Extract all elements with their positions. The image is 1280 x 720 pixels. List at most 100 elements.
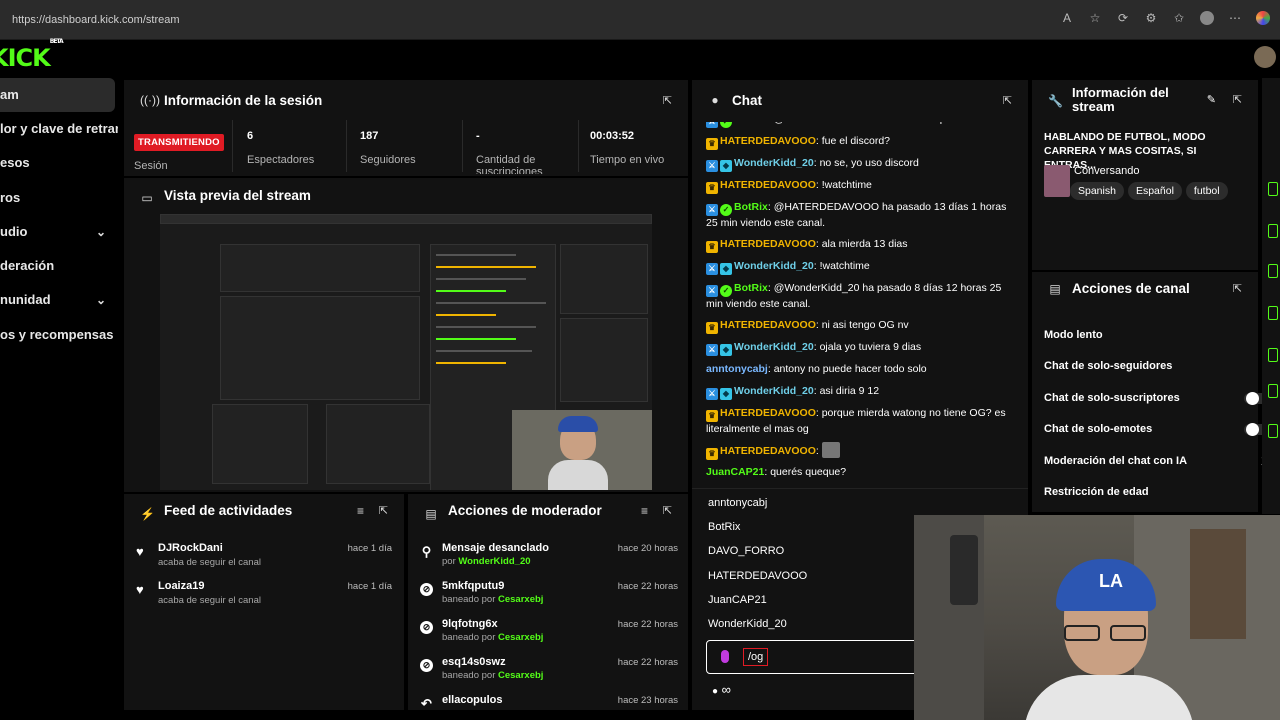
address-bar[interactable]: https://dashboard.kick.com/stream <box>12 14 180 26</box>
crown-badge-icon: ♛ <box>706 322 718 334</box>
read-aloud-icon[interactable]: A <box>1060 11 1074 25</box>
mention-option[interactable]: JuanCAP21 <box>708 594 767 606</box>
panel-title: Información de la sesión <box>164 93 323 108</box>
feed-item: ♥ Loaiza19 acaba de seguir el canal hace… <box>136 580 392 606</box>
action-ai-moderation[interactable]: Moderación del chat con IA⇲ <box>1032 455 1278 475</box>
mod-badge-icon: ⚔ <box>706 263 718 275</box>
undo-icon: ↶ <box>421 696 432 710</box>
mention-option[interactable]: HATERDEDAVOOO <box>708 570 807 582</box>
chat-message: anntonycabj: antony no puede hacer todo … <box>706 363 927 375</box>
action-emotes-only[interactable]: Chat de solo-emotes <box>1032 423 1278 443</box>
chat-message: ⚔ ◆ WonderKidd_20: !watchtime <box>706 259 1018 275</box>
sidebar-item-audio[interactable]: udio ⌄ <box>0 215 118 249</box>
popout-icon[interactable]: ⇱ <box>663 504 672 517</box>
action-slow-mode[interactable]: Modo lento› <box>1032 327 1278 349</box>
activity-feed-panel: ⚡ Feed de actividades ≡ ⇱ ♥ DJRockDani a… <box>124 494 404 710</box>
chat-input[interactable]: /og <box>706 640 918 674</box>
star-icon[interactable]: ☆ <box>1088 11 1102 25</box>
sidebar-item-moderation[interactable]: deración <box>0 249 118 283</box>
panel-toggle-icon[interactable] <box>1268 384 1278 398</box>
stat-subscriptions: - Cantidad de suscripciones <box>476 130 543 174</box>
right-edge-panel <box>1262 78 1280 514</box>
mod-action-row: ⊘ 9lqfotng6x baneado por Cesarxebj hace … <box>408 618 688 656</box>
emote-image[interactable] <box>821 442 840 458</box>
chat-message: ⚔ ✓ BotRix: @WonderKidd_20 ha pasado 8 día… <box>706 282 1002 310</box>
panel-toggle-icon[interactable] <box>1268 264 1278 278</box>
sidebar: am lor y clave de retransn esos ros udio… <box>0 78 118 352</box>
extensions-icon[interactable]: ⚙ <box>1144 11 1158 25</box>
panel-toggle-icon[interactable] <box>1268 224 1278 238</box>
sidebar-item-community[interactable]: nunidad ⌄ <box>0 283 118 317</box>
popout-icon[interactable]: ⇱ <box>379 504 388 517</box>
emote-picker-icon[interactable]: ● ∞ <box>712 682 731 697</box>
mod-badge-icon: ⚔ <box>706 285 718 297</box>
pin-icon: ⚲ <box>421 544 432 559</box>
sidebar-item-stream[interactable]: am <box>0 78 115 112</box>
browser-toolbar: https://dashboard.kick.com/stream A ☆ ⟳ … <box>0 0 1280 40</box>
chat-message: ⚔ ✓ BotRix: @HATERDEDAVOOO ha pasado 13 dí… <box>706 201 1007 229</box>
stat-live-time: 00:03:52 Tiempo en vivo <box>590 130 665 166</box>
heart-icon: ♥ <box>136 582 144 597</box>
category-name: Conversando <box>1074 165 1140 177</box>
popout-icon[interactable]: ⇱ <box>1003 94 1012 107</box>
mention-option[interactable]: WonderKidd_20 <box>708 618 787 630</box>
bolt-icon: ⚡ <box>140 507 155 521</box>
heart-icon: ♥ <box>136 544 144 559</box>
action-age-restriction[interactable]: Restricción de edad› <box>1032 484 1278 506</box>
chat-message: ♛ HATERDEDAVOOO: fue el discord? <box>706 134 1018 150</box>
panel-toggle-icon[interactable] <box>1268 424 1278 438</box>
list-icon: ▤ <box>1049 282 1061 296</box>
tag[interactable]: Spanish <box>1070 182 1124 200</box>
sidebar-item-rewards[interactable]: os y recompensas <box>0 318 118 352</box>
popout-icon[interactable]: ⇱ <box>1233 93 1242 106</box>
tag[interactable]: futbol <box>1185 182 1228 200</box>
chat-message: ♛ HATERDEDAVOOO: !watchtime <box>706 178 1018 194</box>
sub-badge-icon: ◆ <box>720 388 732 400</box>
mention-option[interactable]: anntonycabj <box>708 497 767 509</box>
sub-badge-icon: ◆ <box>720 344 732 356</box>
panel-toggle-icon[interactable] <box>1268 306 1278 320</box>
chat-message: ⚔ ◆ WonderKidd_20: no se, yo uso discord <box>706 156 1018 172</box>
edit-pencil-icon[interactable]: ✎ <box>1207 93 1216 106</box>
popout-icon[interactable]: ⇱ <box>1233 282 1242 295</box>
chat-message: ⚔ ◆ WonderKidd_20: ojala yo tuviera 9 dias <box>706 340 1018 356</box>
filter-icon[interactable]: ≡ <box>641 504 648 518</box>
profile-icon[interactable] <box>1200 11 1214 25</box>
webcam-overlay: LA <box>914 515 1280 720</box>
action-followers-only[interactable]: Chat de solo-seguidores› <box>1032 358 1278 380</box>
panel-toggle-icon[interactable] <box>1268 182 1278 196</box>
mod-action-row: ↶ ellacopulos hace 23 horas <box>421 694 678 710</box>
refresh-icon[interactable]: ⟳ <box>1116 11 1130 25</box>
mod-action-row: ⚲ Mensaje desanclado por WonderKidd_20 h… <box>421 542 678 567</box>
favorites-icon[interactable]: ✩ <box>1172 11 1186 25</box>
monitor-icon: ▭ <box>141 191 153 205</box>
session-label: Sesión <box>134 160 168 172</box>
chat-message: ⚔ ◆ WonderKidd_20: asi diria 9 12 <box>706 384 1018 400</box>
sidebar-item-others[interactable]: ros <box>0 181 118 215</box>
session-info-panel: ((·)) Información de la sesión ⇱ TRANSMI… <box>124 80 688 176</box>
filter-icon[interactable]: ≡ <box>357 504 364 518</box>
chat-message: ♛ HATERDEDAVOOO: ala mierda 13 dias <box>706 237 1018 253</box>
mention-option[interactable]: DAVO_FORRO <box>708 545 784 557</box>
stream-preview-video[interactable] <box>160 214 652 490</box>
popout-icon[interactable]: ⇱ <box>663 94 672 107</box>
tags-list: Spanish Español futbol <box>1070 181 1232 200</box>
copilot-icon[interactable] <box>1256 11 1270 25</box>
crown-badge-icon: ♛ <box>706 138 718 150</box>
tag[interactable]: Español <box>1127 182 1182 200</box>
user-avatar[interactable] <box>1254 46 1276 68</box>
kick-logo[interactable]: KICKBETA <box>0 38 64 72</box>
clipboard-icon: ▤ <box>425 507 437 521</box>
stat-followers: 187 Seguidores <box>360 130 416 166</box>
sidebar-item-stream-key[interactable]: lor y clave de retransn <box>0 112 118 146</box>
ban-icon: ⊘ <box>420 621 433 634</box>
sidebar-item-accesses[interactable]: esos <box>0 146 118 180</box>
more-icon[interactable]: ⋯ <box>1228 11 1242 25</box>
la-logo-icon: LA <box>1099 571 1123 591</box>
mention-option[interactable]: BotRix <box>708 521 740 533</box>
action-subscribers-only[interactable]: Chat de solo-suscriptores <box>1032 392 1278 412</box>
mod-badge-icon: ⚔ <box>706 160 718 172</box>
panel-toggle-icon[interactable] <box>1268 348 1278 362</box>
mic-icon[interactable] <box>721 650 729 663</box>
chat-message: ♛ HATERDEDAVOOO: ni asi tengo OG nv <box>706 318 1018 334</box>
